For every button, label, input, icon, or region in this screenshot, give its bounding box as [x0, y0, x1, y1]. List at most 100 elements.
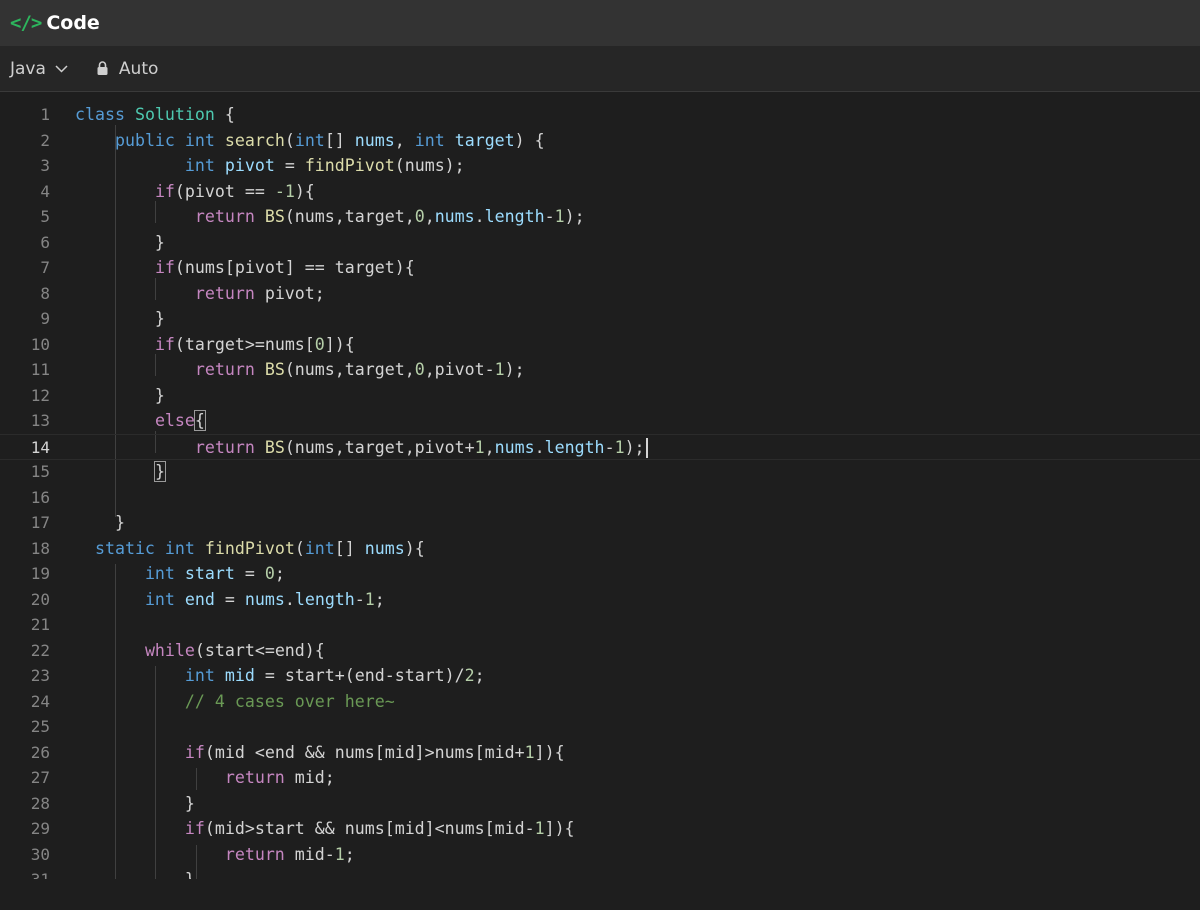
code-token: ,: [484, 437, 495, 457]
code-line[interactable]: 31 }: [0, 867, 1200, 879]
code-line[interactable]: 28 }: [0, 791, 1200, 817]
code-text: if(mid>start && nums[mid]<nums[mid-1]){: [75, 816, 575, 842]
code-line[interactable]: 12 }: [0, 383, 1200, 409]
code-token: nums: [364, 538, 405, 558]
code-line[interactable]: 27 return mid;: [0, 765, 1200, 791]
code-token: 0: [414, 207, 425, 226]
code-token: }: [75, 793, 195, 813]
code-token: (nums,target,: [284, 207, 415, 226]
line-number: 4: [40, 181, 50, 201]
code-line[interactable]: 20 int end = nums.length-1;: [0, 587, 1200, 613]
code-text: int start = 0;: [75, 561, 285, 587]
code-token: Solution: [134, 105, 215, 124]
line-number: 12: [30, 385, 50, 405]
code-line[interactable]: 11 return BS(nums,target,0,pivot-1);: [0, 357, 1200, 383]
code-token: nums: [354, 130, 395, 150]
code-text: int pivot = findPivot(nums);: [75, 153, 465, 179]
language-label: Java: [10, 58, 46, 79]
panel-title: Code: [46, 12, 100, 34]
code-token: ]){: [324, 334, 355, 354]
line-number: 7: [40, 258, 50, 277]
code-line[interactable]: 17 }: [0, 510, 1200, 536]
code-text: }: [75, 510, 125, 536]
code-line[interactable]: 18 static int findPivot(int[] nums){: [0, 536, 1200, 562]
code-line[interactable]: 14 return BS(nums,target,pivot+1,nums.le…: [0, 433, 1200, 460]
code-line[interactable]: 22 while(start<=end){: [0, 638, 1200, 664]
code-text: while(start<=end){: [75, 638, 325, 664]
code-line[interactable]: 19 int start = 0;: [0, 561, 1200, 587]
editor-toolbar: Java Auto: [0, 46, 1200, 92]
line-number: 19: [30, 564, 50, 583]
line-number: 25: [30, 717, 50, 736]
code-line[interactable]: 26 if(mid <end && nums[mid]>nums[mid+1])…: [0, 740, 1200, 766]
line-number: 21: [30, 615, 50, 634]
code-line[interactable]: 6 }: [0, 230, 1200, 256]
code-token: if: [184, 819, 205, 838]
code-text: }: [75, 867, 195, 879]
code-token: 1: [554, 207, 565, 226]
code-token: 1: [364, 589, 375, 609]
code-line[interactable]: 5 return BS(nums,target,0,nums.length-1)…: [0, 204, 1200, 230]
code-line[interactable]: 7 if(nums[pivot] == target){: [0, 255, 1200, 281]
code-token: .: [474, 207, 485, 226]
code-line[interactable]: 29 if(mid>start && nums[mid]<nums[mid-1]…: [0, 816, 1200, 842]
code-line[interactable]: 25: [0, 714, 1200, 740]
code-token: (pivot ==: [174, 181, 275, 201]
code-line[interactable]: 23 int mid = start+(end-start)/2;: [0, 663, 1200, 689]
code-token: int: [164, 538, 205, 558]
line-number: 31: [0, 867, 50, 879]
code-token: (mid <end && nums[mid]>nums[mid+: [204, 742, 525, 762]
language-selector[interactable]: Java: [10, 59, 68, 79]
code-token: int: [184, 156, 225, 175]
code-token: []: [334, 538, 365, 558]
code-line[interactable]: 15 }: [0, 459, 1200, 485]
code-token: (start<=end){: [194, 640, 325, 660]
code-line[interactable]: 13 else{: [0, 408, 1200, 434]
code-token: public: [114, 130, 185, 150]
line-number: 24: [30, 691, 50, 711]
code-token: ;: [374, 589, 385, 609]
code-line[interactable]: 4 if(pivot == -1){: [0, 179, 1200, 205]
line-number: 22: [30, 640, 50, 660]
code-token: .: [534, 437, 545, 457]
code-text: return mid;: [75, 765, 335, 791]
code-token: nums: [494, 437, 535, 457]
code-line[interactable]: 2 public int search(int[] nums, int targ…: [0, 128, 1200, 154]
code-line[interactable]: 16: [0, 485, 1200, 511]
line-number: 18: [30, 538, 50, 558]
code-line[interactable]: 8 return pivot;: [0, 281, 1200, 307]
code-line[interactable]: 24 // 4 cases over here~: [0, 689, 1200, 715]
code-token: ;: [474, 666, 485, 685]
code-token: 1: [494, 360, 505, 379]
code-line[interactable]: 10 if(target>=nums[0]){: [0, 332, 1200, 358]
code-token: (target>=nums[: [174, 334, 315, 354]
line-number: 10: [30, 334, 50, 354]
code-line[interactable]: 21: [0, 612, 1200, 638]
code-line[interactable]: 3 int pivot = findPivot(nums);: [0, 153, 1200, 179]
code-token: findPivot: [204, 538, 295, 558]
code-token: BS: [264, 437, 285, 457]
code-line[interactable]: 9 }: [0, 306, 1200, 332]
code-line[interactable]: 1 class Solution {: [0, 102, 1200, 128]
code-text: int mid = start+(end-start)/2;: [75, 663, 485, 689]
code-token: mid: [224, 666, 255, 685]
code-editor[interactable]: 1 class Solution {2 public int search(int…: [0, 92, 1200, 879]
code-line[interactable]: 30 return mid-1;: [0, 842, 1200, 868]
code-token: int: [184, 666, 225, 685]
code-token: while: [144, 640, 195, 660]
code-token: findPivot: [304, 156, 395, 175]
code-token: =: [234, 564, 265, 583]
code-token: }: [75, 232, 165, 252]
code-token: }: [75, 309, 165, 328]
code-icon: </>: [10, 12, 42, 34]
code-token: else: [154, 411, 195, 430]
